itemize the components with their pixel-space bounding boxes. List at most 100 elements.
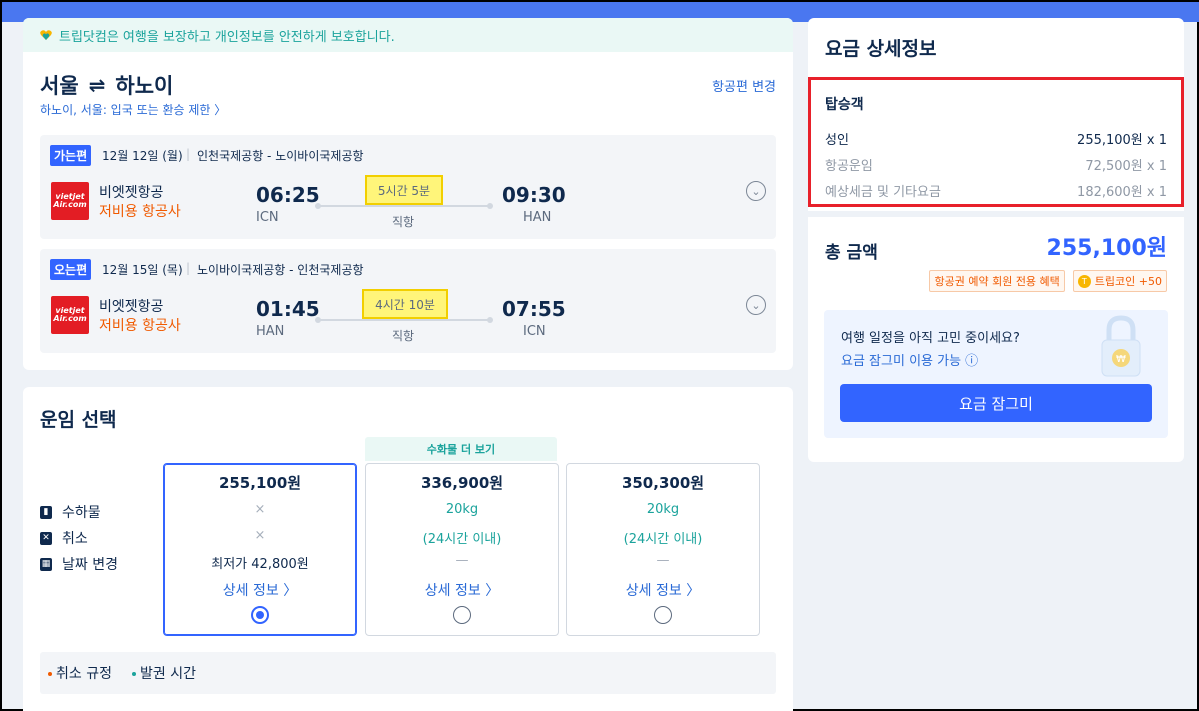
fare-price: 336,900원 bbox=[420, 474, 504, 492]
fare-feature-list: ▮ 수하물 ✕ 취소 ▦ 날짜 변경 bbox=[40, 499, 118, 577]
rule-label: 발권 시간 bbox=[139, 666, 196, 682]
more-baggage-banner: 수화물 더 보기 bbox=[365, 437, 557, 461]
leg-tag: 가는편 bbox=[50, 145, 92, 166]
airline-type: 저비용 항공사 bbox=[99, 204, 181, 220]
arrival-time: 09:30 bbox=[502, 183, 566, 207]
swap-arrows-icon: ⇌ bbox=[88, 73, 106, 97]
fare-detail-link[interactable]: 상세 정보 〉 bbox=[567, 580, 759, 600]
separator: | bbox=[186, 261, 191, 275]
feature-label: 날짜 변경 bbox=[62, 557, 118, 573]
ticketing-time-link[interactable]: 발권 시간 bbox=[131, 663, 196, 683]
outbound-leg[interactable]: 가는편 12월 12일 (월) | 인천국제공항 - 노이바이국제공항 viet… bbox=[40, 135, 776, 239]
feature-label: 취소 bbox=[62, 531, 88, 547]
leg-airports: 노이바이국제공항 - 인천국제공항 bbox=[197, 263, 364, 277]
price-lock-box: 여행 일정을 아직 고민 중이세요? 요금 잠그미 이용 가능 ⓘ ₩ 요금 잠… bbox=[824, 310, 1168, 438]
fare-radio[interactable] bbox=[453, 606, 471, 624]
fee-label: 성인 bbox=[825, 133, 849, 148]
fare-cancel: (24시간 이내) bbox=[623, 532, 703, 547]
flight-summary-card: 트립닷컴은 여행을 보장하고 개인정보를 안전하게 보호합니다. 서울 ⇌ 하노… bbox=[23, 18, 793, 370]
fare-price: 255,100원 bbox=[218, 474, 302, 492]
airline-type: 저비용 항공사 bbox=[99, 318, 181, 334]
fare-baggage: × bbox=[254, 502, 266, 517]
departure-time: 06:25 bbox=[256, 183, 320, 207]
price-lock-button[interactable]: 요금 잠그미 bbox=[840, 384, 1152, 422]
leg-tag: 오는편 bbox=[50, 259, 92, 280]
fee-label: 예상세금 및 기타요금 bbox=[825, 185, 941, 200]
fare-option-1[interactable]: 255,100원 × × 최저가 42,800원 상세 정보 〉 bbox=[163, 463, 357, 636]
fare-change: 최저가 42,800원 bbox=[211, 557, 309, 572]
trip-coin-label: 트립코인 +50 bbox=[1094, 275, 1162, 288]
fare-change: — bbox=[455, 553, 469, 568]
fare-detail-link[interactable]: 상세 정보 〉 bbox=[366, 580, 558, 600]
svg-text:₩: ₩ bbox=[1116, 354, 1126, 365]
fee-row-taxes: 예상세금 및 기타요금 182,600원 x 1 bbox=[825, 181, 1167, 200]
fare-baggage: 20kg bbox=[646, 502, 680, 517]
return-leg[interactable]: 오는편 12월 15일 (목) | 노이바이국제공항 - 인천국제공항 viet… bbox=[40, 249, 776, 353]
arrival-code: HAN bbox=[523, 210, 552, 225]
ticket-icon: ✕ bbox=[40, 531, 52, 545]
fare-title: 운임 선택 bbox=[40, 409, 117, 431]
fare-radio[interactable] bbox=[251, 606, 269, 624]
route-origin: 서울 bbox=[40, 74, 79, 98]
trust-notice-text: 트립닷컴은 여행을 보장하고 개인정보를 안전하게 보호합니다. bbox=[59, 29, 395, 45]
departure-time: 01:45 bbox=[256, 297, 320, 321]
departure-code: HAN bbox=[256, 324, 285, 339]
padlock-icon: ₩ bbox=[1101, 315, 1141, 377]
separator: | bbox=[186, 147, 191, 161]
expand-chevron-icon[interactable]: ⌄ bbox=[746, 181, 766, 201]
feature-baggage: ▮ 수하물 bbox=[40, 499, 118, 525]
trip-coin-badge: T 트립코인 +50 bbox=[1072, 270, 1167, 292]
route-destination: 하노이 bbox=[115, 74, 174, 98]
fare-rules-bar: 취소 규정 발권 시간 bbox=[40, 652, 776, 694]
fare-selection-card: 운임 선택 ▮ 수하물 ✕ 취소 ▦ 날짜 변경 수화물 더 보기 255,10… bbox=[23, 387, 793, 711]
stops-label: 직항 bbox=[392, 329, 415, 343]
teal-dot-icon bbox=[131, 672, 136, 676]
fare-price: 350,300원 bbox=[621, 474, 705, 492]
passenger-title: 탑승객 bbox=[825, 97, 864, 113]
rule-label: 취소 규정 bbox=[56, 666, 112, 682]
fare-baggage: 20kg bbox=[445, 502, 479, 517]
passenger-fee-box: 탑승객 성인 255,100원 x 1 항공운임 72,500원 x 1 예상세… bbox=[808, 77, 1184, 207]
fee-row-airfare: 항공운임 72,500원 x 1 bbox=[825, 155, 1167, 174]
expand-chevron-icon[interactable]: ⌄ bbox=[746, 295, 766, 315]
change-flight-link[interactable]: 항공편 변경 bbox=[712, 76, 776, 95]
stops-label: 직항 bbox=[392, 215, 415, 229]
fee-detail-card: 요금 상세정보 탑승객 성인 255,100원 x 1 항공운임 72,500원… bbox=[808, 18, 1184, 462]
arrival-time: 07:55 bbox=[502, 297, 566, 321]
total-price: 255,100원 bbox=[1046, 236, 1167, 261]
shield-heart-icon bbox=[40, 30, 52, 40]
vietjet-logo: vietjet Air.com bbox=[51, 182, 89, 220]
fare-radio[interactable] bbox=[654, 606, 672, 624]
trust-notice: 트립닷컴은 여행을 보장하고 개인정보를 안전하게 보호합니다. bbox=[23, 18, 793, 52]
fee-value: 72,500원 x 1 bbox=[1085, 159, 1167, 174]
page: 트립닷컴은 여행을 보장하고 개인정보를 안전하게 보호합니다. 서울 ⇌ 하노… bbox=[2, 2, 1197, 711]
arrival-code: ICN bbox=[523, 324, 546, 339]
fee-row-adult: 성인 255,100원 x 1 bbox=[825, 129, 1167, 148]
price-lock-question: 여행 일정을 아직 고민 중이세요? bbox=[841, 331, 1020, 346]
orange-dot-icon bbox=[48, 672, 52, 676]
divider bbox=[808, 211, 1184, 217]
calendar-icon: ▦ bbox=[40, 557, 52, 571]
flight-duration: 5시간 5분 bbox=[365, 175, 443, 205]
fare-cancel: (24시간 이내) bbox=[422, 532, 502, 547]
fee-title: 요금 상세정보 bbox=[825, 38, 937, 60]
fare-change: — bbox=[656, 553, 670, 568]
fee-value: 182,600원 x 1 bbox=[1077, 185, 1167, 200]
fare-option-2[interactable]: 336,900원 20kg (24시간 이내) — 상세 정보 〉 bbox=[365, 463, 559, 636]
feature-cancel: ✕ 취소 bbox=[40, 525, 118, 551]
airline-name: 비엣젯항공 bbox=[99, 185, 164, 201]
route-line bbox=[315, 203, 493, 209]
fee-label: 항공운임 bbox=[825, 159, 873, 174]
departure-code: ICN bbox=[256, 210, 279, 225]
leg-date: 12월 12일 (월) bbox=[102, 149, 183, 163]
entry-restriction-link[interactable]: 하노이, 서울: 입국 또는 환승 제한 〉 bbox=[40, 101, 226, 118]
flight-duration: 4시간 10분 bbox=[362, 289, 448, 319]
cancel-policy-link[interactable]: 취소 규정 bbox=[48, 663, 112, 683]
fare-cancel: × bbox=[254, 528, 266, 543]
fare-detail-link[interactable]: 상세 정보 〉 bbox=[164, 580, 356, 600]
fare-option-3[interactable]: 350,300원 20kg (24시간 이내) — 상세 정보 〉 bbox=[566, 463, 760, 636]
route-title: 서울 ⇌ 하노이 bbox=[40, 70, 173, 100]
member-benefit-badge: 항공권 예약 회원 전용 혜택 bbox=[929, 270, 1065, 292]
benefit-badges: 항공권 예약 회원 전용 혜택 T 트립코인 +50 bbox=[929, 270, 1167, 292]
price-lock-info-link[interactable]: 요금 잠그미 이용 가능 ⓘ bbox=[841, 350, 978, 369]
